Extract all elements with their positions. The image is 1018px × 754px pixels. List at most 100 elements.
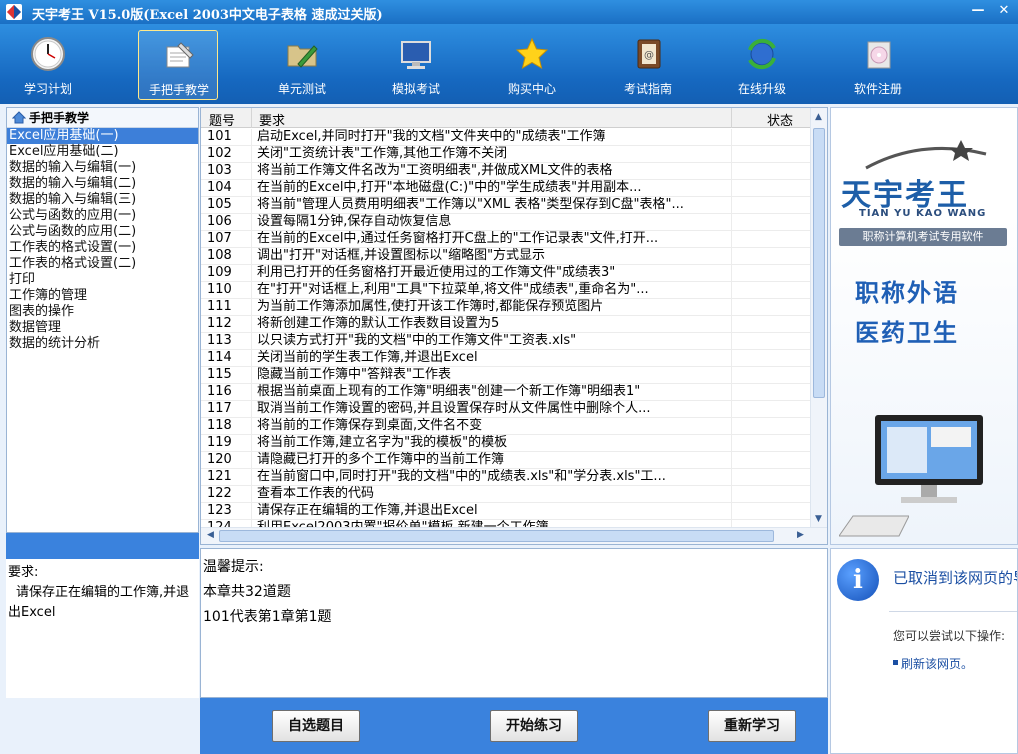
- column-header-number[interactable]: 题号: [209, 110, 235, 129]
- table-row[interactable]: 102 关闭"工资统计表"工作簿,其他工作簿不关闭: [201, 146, 811, 163]
- toolbar-study-plan[interactable]: 学习计划: [8, 30, 88, 100]
- close-button[interactable]: ✕: [994, 2, 1014, 20]
- question-number: 121: [207, 469, 232, 484]
- toolbar-guide[interactable]: @ 考试指南: [608, 30, 688, 100]
- minimize-button[interactable]: —: [968, 2, 988, 20]
- table-row[interactable]: 115 隐藏当前工作簿中"答辩表"工作表: [201, 367, 811, 384]
- question-text: 为当前工作簿添加属性,使打开该工作簿时,都能保存预览图片: [257, 299, 604, 314]
- chapter-panel-header: 手把手教学: [7, 108, 198, 128]
- chapter-item[interactable]: 工作表的格式设置(二): [7, 256, 198, 272]
- question-number: 120: [207, 452, 232, 467]
- toolbar-mock-exam[interactable]: 模拟考试: [376, 30, 456, 100]
- table-row[interactable]: 111 为当前工作簿添加属性,使打开该工作簿时,都能保存预览图片: [201, 299, 811, 316]
- question-number: 104: [207, 180, 232, 195]
- question-text: 将当前"管理人员费用明细表"工作簿以"XML 表格"类型保存到C盘"表格"...: [257, 197, 684, 212]
- info-icon: i: [837, 559, 879, 601]
- question-text: 根据当前桌面上现有的工作簿"明细表"创建一个新工作簿"明细表1": [257, 384, 641, 399]
- table-row[interactable]: 114 关闭当前的学生表工作簿,并退出Excel: [201, 350, 811, 367]
- vertical-scroll-thumb[interactable]: [813, 128, 825, 398]
- table-row[interactable]: 122 查看本工作表的代码: [201, 486, 811, 503]
- action-bar: 自选题目 开始练习 重新学习: [200, 698, 828, 754]
- question-text: 查看本工作表的代码: [257, 486, 375, 501]
- chapter-item[interactable]: 打印: [7, 272, 198, 288]
- chapter-item[interactable]: 数据管理: [7, 320, 198, 336]
- chapter-item[interactable]: Excel应用基础(一): [7, 128, 198, 144]
- chapter-item[interactable]: 公式与函数的应用(一): [7, 208, 198, 224]
- chapter-item[interactable]: Excel应用基础(二): [7, 144, 198, 160]
- table-row[interactable]: 118 将当前的工作簿保存到桌面,文件名不变: [201, 418, 811, 435]
- question-text: 设置每隔1分钟,保存自动恢复信息: [257, 214, 452, 229]
- table-row[interactable]: 119 将当前工作簿,建立名字为"我的模板"的模板: [201, 435, 811, 452]
- question-text: 取消当前工作簿设置的密码,并且设置保存时从文件属性中删除个人...: [257, 401, 651, 416]
- chapter-item[interactable]: 数据的输入与编辑(二): [7, 176, 198, 192]
- table-row[interactable]: 121 在当前窗口中,同时打开"我的文档"中的"成绩表.xls"和"学分表.xls…: [201, 469, 811, 486]
- chapter-item[interactable]: 数据的输入与编辑(三): [7, 192, 198, 208]
- toolbar-shop[interactable]: 购买中心: [492, 30, 572, 100]
- table-row[interactable]: 110 在"打开"对话框上,利用"工具"下拉菜单,将文件"成绩表",重命名为"..…: [201, 282, 811, 299]
- question-number: 110: [207, 282, 232, 297]
- chapter-item[interactable]: 公式与函数的应用(二): [7, 224, 198, 240]
- select-questions-button[interactable]: 自选题目: [272, 710, 360, 742]
- requirement-label: 要求:: [8, 565, 39, 580]
- horizontal-scroll-thumb[interactable]: [219, 530, 774, 542]
- table-row[interactable]: 109 利用已打开的任务窗格打开最近使用过的工作簿文件"成绩表3": [201, 265, 811, 282]
- ad-band: 职称计算机考试专用软件: [839, 228, 1007, 246]
- chapter-item[interactable]: 数据的统计分析: [7, 336, 198, 352]
- table-row[interactable]: 117 取消当前工作簿设置的密码,并且设置保存时从文件属性中删除个人...: [201, 401, 811, 418]
- table-row[interactable]: 108 调出"打开"对话框,并设置图标以"缩略图"方式显示: [201, 248, 811, 265]
- question-text: 请保存正在编辑的工作簿,并退出Excel: [257, 503, 478, 518]
- column-header-requirement[interactable]: 要求: [259, 110, 285, 129]
- table-row[interactable]: 105 将当前"管理人员费用明细表"工作簿以"XML 表格"类型保存到C盘"表格"…: [201, 197, 811, 214]
- chapter-item[interactable]: 工作簿的管理: [7, 288, 198, 304]
- refresh-globe-icon: [748, 38, 776, 70]
- table-row[interactable]: 106 设置每隔1分钟,保存自动恢复信息: [201, 214, 811, 231]
- toolbar-register[interactable]: 软件注册: [838, 30, 918, 100]
- chapter-item[interactable]: 工作表的格式设置(一): [7, 240, 198, 256]
- question-number: 106: [207, 214, 232, 229]
- navigation-tip: 您可以尝试以下操作:: [893, 629, 1006, 643]
- app-logo-icon: [6, 4, 22, 20]
- table-row[interactable]: 103 将当前工作簿文件名改为"工资明细表",并做成XML文件的表格: [201, 163, 811, 180]
- advertisement-panel[interactable]: 天宇考王 TIAN YU KAO WANG 职称计算机考试专用软件 职称外语 医…: [830, 107, 1018, 545]
- table-row[interactable]: 107 在当前的Excel中,通过任务窗格打开C盘上的"工作记录表"文件,打开..…: [201, 231, 811, 248]
- question-number: 103: [207, 163, 232, 178]
- question-number: 102: [207, 146, 232, 161]
- column-header-status[interactable]: 状态: [767, 110, 793, 129]
- scroll-down-icon[interactable]: ▼: [811, 512, 826, 527]
- question-number: 105: [207, 197, 232, 212]
- restart-learning-button[interactable]: 重新学习: [708, 710, 796, 742]
- scroll-left-icon[interactable]: ◀: [203, 528, 218, 543]
- toolbar-unit-test[interactable]: 单元测试: [262, 30, 342, 100]
- table-row[interactable]: 113 以只读方式打开"我的文档"中的工作簿文件"工资表.xls": [201, 333, 811, 350]
- toolbar-label: 在线升级: [737, 82, 786, 96]
- chapter-item[interactable]: 图表的操作: [7, 304, 198, 320]
- left-bottom-area: [0, 698, 200, 754]
- start-practice-button[interactable]: 开始练习: [490, 710, 578, 742]
- toolbar-tutorial[interactable]: 手把手教学: [138, 30, 218, 100]
- ad-line-1: 职称外语: [855, 278, 959, 307]
- table-row[interactable]: 101 启动Excel,并同时打开"我的文档"文件夹中的"成绩表"工作簿: [201, 129, 811, 146]
- chapter-item[interactable]: 数据的输入与编辑(一): [7, 160, 198, 176]
- question-number: 119: [207, 435, 232, 450]
- toolbar-update[interactable]: 在线升级: [722, 30, 802, 100]
- question-text: 将当前工作簿文件名改为"工资明细表",并做成XML文件的表格: [257, 163, 613, 178]
- scroll-right-icon[interactable]: ▶: [793, 528, 808, 543]
- refresh-page-link[interactable]: 刷新该网页。: [901, 655, 973, 672]
- window-title: 天宇考王 V15.0版(Excel 2003中文电子表格 速成过关版): [32, 8, 383, 23]
- horizontal-scrollbar[interactable]: ◀ ▶: [201, 527, 827, 544]
- computer-monitor-icon: [875, 415, 983, 503]
- table-row[interactable]: 116 根据当前桌面上现有的工作簿"明细表"创建一个新工作簿"明细表1": [201, 384, 811, 401]
- vertical-scrollbar[interactable]: ▲ ▼: [810, 108, 827, 529]
- scroll-up-icon[interactable]: ▲: [811, 110, 826, 125]
- left-divider-strip: [6, 533, 199, 559]
- question-number: 115: [207, 367, 232, 382]
- table-row[interactable]: 112 将新创建工作簿的默认工作表数目设置为5: [201, 316, 811, 333]
- toolbar-label: 学习计划: [23, 82, 72, 96]
- table-row[interactable]: 120 请隐藏已打开的多个工作簿中的当前工作簿: [201, 452, 811, 469]
- table-row[interactable]: 104 在当前的Excel中,打开"本地磁盘(C:)"中的"学生成绩表"并用副本.…: [201, 180, 811, 197]
- home-icon: [12, 111, 26, 124]
- question-text: 启动Excel,并同时打开"我的文档"文件夹中的"成绩表"工作簿: [257, 129, 606, 144]
- toolbar-label: 软件注册: [853, 82, 902, 96]
- question-text: 隐藏当前工作簿中"答辩表"工作表: [257, 367, 451, 382]
- table-row[interactable]: 123 请保存正在编辑的工作簿,并退出Excel: [201, 503, 811, 520]
